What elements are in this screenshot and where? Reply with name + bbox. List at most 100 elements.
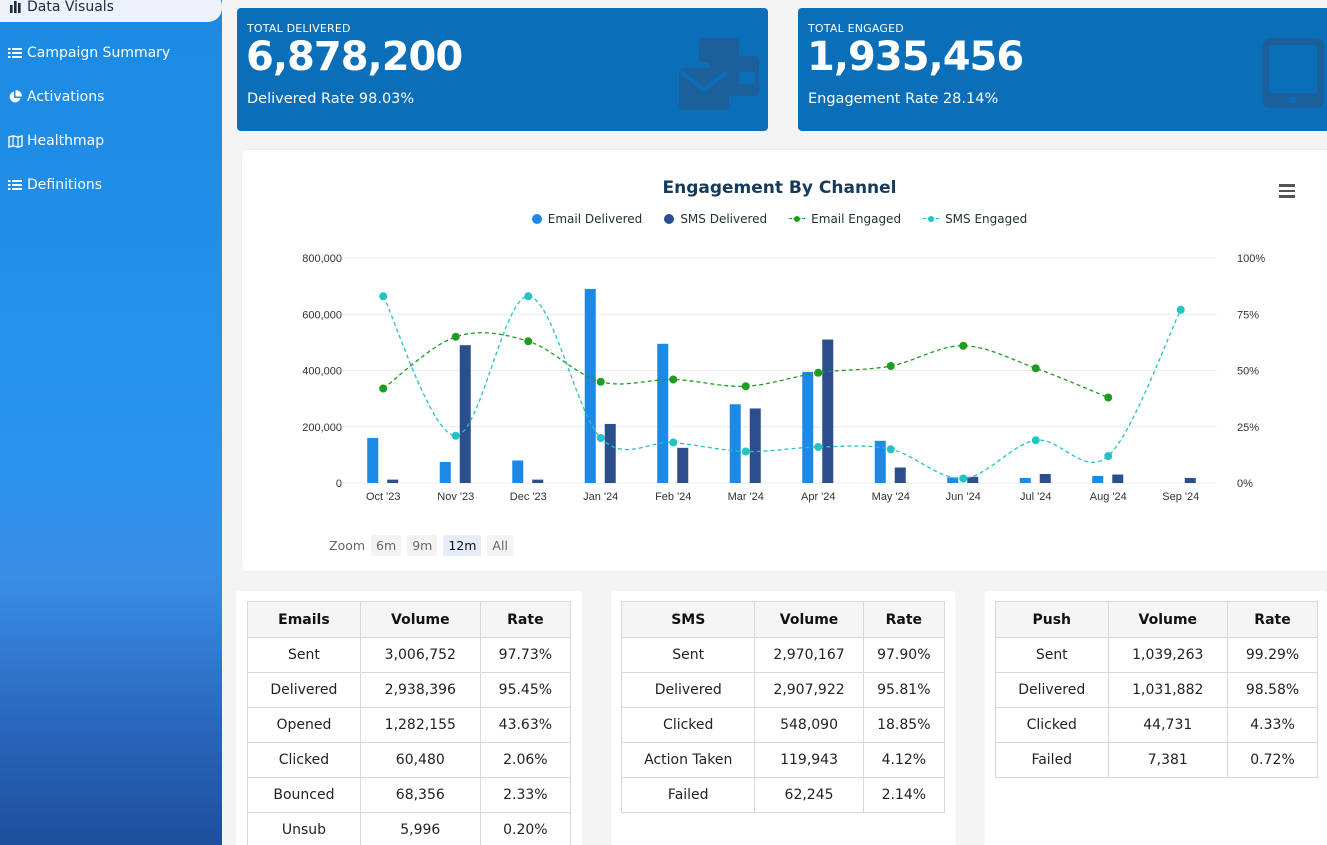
point-sms-engaged: [1104, 452, 1113, 460]
table-cell: 0.72%: [1227, 742, 1318, 778]
sidebar-item-data-visuals[interactable]: Data Visuals: [0, 0, 222, 22]
sidebar: Data Visuals Campaign Summary Activation…: [0, 0, 222, 845]
envelopes-icon: [679, 38, 759, 114]
sms-table-card: SMS Volume Rate Sent 2,970,167 97.90% Delivere…: [611, 591, 955, 845]
table-cell: 95.45%: [479, 672, 572, 708]
x-tick-label: Nov '23: [437, 491, 474, 503]
kpi-value: 1,935,456: [807, 34, 1024, 80]
bar-sms-delivered: [1112, 474, 1124, 483]
table-cell: Failed: [995, 742, 1109, 778]
zoom-controls: Zoom 6m 9m 12m All: [329, 535, 513, 556]
sidebar-item-healthmap[interactable]: Healthmap: [0, 126, 222, 156]
sidebar-item-label: Campaign Summary: [27, 45, 171, 61]
table-cell: 68,356: [359, 777, 481, 813]
bar-email-delivered: [1019, 477, 1031, 483]
emails-table: Emails Volume Rate Sent 3,006,752 97.73% Deliv…: [247, 601, 572, 845]
x-tick-label: Oct '23: [366, 491, 401, 503]
table-cell: 97.90%: [862, 637, 946, 673]
kpi-value: 6,878,200: [246, 34, 463, 80]
point-email-engaged: [379, 384, 388, 393]
emails-table-card: Emails Volume Rate Sent 3,006,752 97.73% Deliv…: [236, 591, 582, 845]
bar-email-delivered: [439, 461, 451, 483]
table-header-row: SMS Volume Rate: [620, 601, 946, 638]
list-icon: [7, 178, 23, 192]
table-row: Failed 62,245 2.14%: [620, 777, 946, 813]
sidebar-item-label: Healthmap: [27, 133, 105, 149]
point-email-engaged: [1104, 393, 1113, 402]
table-cell: 7,381: [1107, 742, 1229, 778]
bar-email-delivered: [1092, 475, 1104, 483]
x-tick-label: Mar '24: [728, 491, 764, 503]
table-cell: 0.20%: [479, 812, 572, 845]
column-header: Rate: [1227, 601, 1318, 638]
table-row: Failed 7,381 0.72%: [995, 742, 1318, 778]
bar-sms-delivered: [1184, 477, 1196, 483]
zoom-label: Zoom: [329, 538, 366, 553]
column-header: Volume: [754, 601, 864, 638]
table-row: Clicked 60,480 2.06%: [247, 742, 572, 778]
table-cell: Clicked: [620, 707, 756, 743]
bar-sms-delivered: [387, 479, 399, 483]
line-sms-engaged: [382, 295, 1182, 480]
point-email-engaged: [959, 341, 968, 350]
point-sms-engaged: [524, 292, 533, 301]
x-tick-label: Feb '24: [655, 491, 691, 503]
point-sms-engaged: [959, 474, 968, 483]
table-cell: Delivered: [995, 672, 1109, 708]
column-header: SMS: [620, 601, 756, 638]
table-cell: Clicked: [247, 742, 361, 778]
bar-sms-delivered: [822, 339, 834, 483]
x-tick-label: Jul '24: [1020, 491, 1051, 503]
point-sms-engaged: [1176, 305, 1185, 314]
column-header: Emails: [247, 601, 361, 638]
table-row: Sent 2,970,167 97.90%: [620, 637, 946, 673]
table-cell: Opened: [247, 707, 361, 743]
table-row: Clicked 548,090 18.85%: [620, 707, 946, 743]
chart-plot: 0 200,000 400,000 600,000 800,000 0% 25% 50% 75%…: [302, 253, 1265, 503]
bar-email-delivered: [584, 288, 596, 483]
table-cell: 3,006,752: [359, 637, 481, 673]
zoom-6m-button[interactable]: 6m: [371, 535, 402, 556]
x-tick-label: May '24: [872, 491, 910, 503]
point-email-engaged: [814, 368, 823, 377]
bar-email-delivered: [367, 438, 379, 483]
table-row: Delivered 2,938,396 95.45%: [247, 672, 572, 708]
zoom-12m-button[interactable]: 12m: [443, 535, 482, 556]
bar-sms-delivered: [532, 479, 544, 483]
zoom-9m-button[interactable]: 9m: [407, 535, 438, 556]
point-email-engaged: [451, 332, 460, 341]
table-row: Bounced 68,356 2.33%: [247, 777, 572, 813]
y-right-tick-label: 0%: [1237, 478, 1253, 490]
table-header-row: Emails Volume Rate: [247, 601, 572, 638]
table-cell: 62,245: [754, 777, 864, 813]
table-cell: 548,090: [754, 707, 864, 743]
y-right-tick-label: 25%: [1237, 422, 1259, 434]
x-tick-label: Jun '24: [946, 491, 981, 503]
table-cell: 4.12%: [862, 742, 946, 778]
point-sms-engaged: [669, 438, 678, 447]
kpi-rate: Delivered Rate 98.03%: [247, 91, 415, 107]
table-cell: 1,039,263: [1107, 637, 1229, 673]
table-cell: Sent: [620, 637, 756, 673]
table-cell: 5,996: [359, 812, 481, 845]
list-icon: [7, 46, 23, 60]
sidebar-item-campaign-summary[interactable]: Campaign Summary: [0, 38, 222, 68]
zoom-all-button[interactable]: All: [487, 535, 513, 556]
sidebar-item-definitions[interactable]: Definitions: [0, 170, 222, 200]
table-cell: 2,938,396: [359, 672, 481, 708]
bar-sms-delivered: [1039, 474, 1051, 483]
point-sms-engaged: [451, 431, 460, 440]
sidebar-item-activations[interactable]: Activations: [0, 82, 222, 112]
table-cell: 1,282,155: [359, 707, 481, 743]
point-sms-engaged: [886, 445, 895, 454]
table-cell: 1,031,882: [1107, 672, 1229, 708]
chart-card: Engagement By Channel Email Delivered SM…: [242, 150, 1327, 571]
y-right-tick-label: 50%: [1237, 366, 1259, 378]
table-cell: 18.85%: [862, 707, 946, 743]
x-tick-label: Apr '24: [801, 491, 836, 503]
kpi-rate: Engagement Rate 28.14%: [808, 91, 999, 107]
table-row: Sent 3,006,752 97.73%: [247, 637, 572, 673]
column-header: Rate: [479, 601, 572, 638]
table-cell: 2.33%: [479, 777, 572, 813]
point-email-engaged: [741, 382, 750, 391]
